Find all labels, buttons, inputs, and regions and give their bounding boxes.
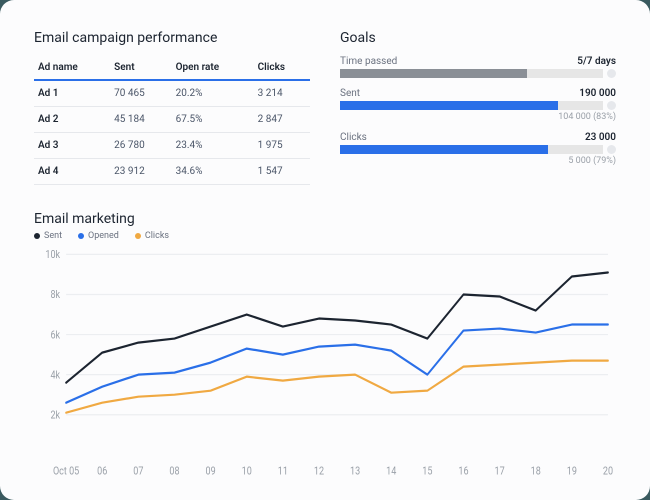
table-row: Ad 245 18467.5%2 847 <box>34 107 310 133</box>
progress-fill <box>340 101 558 110</box>
cell-clicks: 1 547 <box>254 159 310 185</box>
svg-text:4k: 4k <box>50 370 60 382</box>
email-campaign-panel: Email campaign performance Ad name Sent … <box>34 30 310 185</box>
goal-item: Time passed 5/7 days <box>340 56 616 78</box>
svg-text:6k: 6k <box>50 329 60 341</box>
goals-panel: Goals Time passed 5/7 days Sent 190 000 104 … <box>340 30 616 185</box>
col-sent: Sent <box>110 56 171 80</box>
email-marketing-chart-panel: Email marketing Sent Opened Clicks 2k 4k 6k 8… <box>34 211 616 482</box>
table-row: Ad 170 46520.2%3 214 <box>34 80 310 107</box>
legend-label: Opened <box>88 231 119 241</box>
series-clicks <box>66 361 608 413</box>
table-title: Email campaign performance <box>34 30 310 46</box>
series-sent <box>66 272 608 382</box>
chart-title: Email marketing <box>34 211 616 227</box>
dashboard: Email campaign performance Ad name Sent … <box>0 0 650 500</box>
chart-area: 2k 4k 6k 8k 10k Oct 05 06 07 08 09 10 11 12 13 14 15 16 1… <box>34 247 616 482</box>
cell-sent: 70 465 <box>110 80 171 107</box>
progress-fill <box>340 145 548 154</box>
goal-sub: 5 000 (79%) <box>340 156 616 166</box>
cell-open_rate: 23.4% <box>172 133 254 159</box>
legend-item: Clicks <box>135 231 169 241</box>
svg-text:14: 14 <box>386 466 396 478</box>
goals-title: Goals <box>340 30 616 46</box>
progress-bar <box>340 69 603 78</box>
svg-text:10k: 10k <box>45 249 60 261</box>
svg-text:20: 20 <box>603 466 613 478</box>
cell-sent: 23 912 <box>110 159 171 185</box>
col-openrate: Open rate <box>172 56 254 80</box>
cell-clicks: 2 847 <box>254 107 310 133</box>
legend-dot <box>135 233 141 239</box>
cell-name: Ad 2 <box>34 107 110 133</box>
table-row: Ad 326 78023.4%1 975 <box>34 133 310 159</box>
svg-text:Oct 05: Oct 05 <box>53 466 80 478</box>
progress-knob <box>607 145 616 154</box>
legend-item: Opened <box>78 231 119 241</box>
legend-label: Sent <box>44 231 62 241</box>
svg-text:19: 19 <box>567 466 577 478</box>
chart-legend: Sent Opened Clicks <box>34 231 616 241</box>
goal-value: 23 000 <box>585 132 616 143</box>
cell-open_rate: 67.5% <box>172 107 254 133</box>
svg-text:06: 06 <box>97 466 107 478</box>
legend-item: Sent <box>34 231 62 241</box>
svg-text:12: 12 <box>314 466 324 478</box>
progress-knob <box>607 69 616 78</box>
svg-text:07: 07 <box>133 466 143 478</box>
top-row: Email campaign performance Ad name Sent … <box>34 30 616 185</box>
cell-open_rate: 34.6% <box>172 159 254 185</box>
svg-text:18: 18 <box>531 466 541 478</box>
progress-knob <box>607 101 616 110</box>
goal-item: Clicks 23 000 5 000 (79%) <box>340 132 616 166</box>
goal-value: 190 000 <box>579 88 616 99</box>
cell-open_rate: 20.2% <box>172 80 254 107</box>
legend-label: Clicks <box>145 231 169 241</box>
col-clicks: Clicks <box>254 56 310 80</box>
cell-sent: 45 184 <box>110 107 171 133</box>
col-adname: Ad name <box>34 56 110 80</box>
table-row: Ad 423 91234.6%1 547 <box>34 159 310 185</box>
goal-label: Time passed <box>340 56 397 67</box>
cell-name: Ad 3 <box>34 133 110 159</box>
cell-name: Ad 1 <box>34 80 110 107</box>
legend-dot <box>78 233 84 239</box>
svg-text:16: 16 <box>458 466 468 478</box>
line-chart: 2k 4k 6k 8k 10k Oct 05 06 07 08 09 10 11 12 13 14 15 16 1… <box>34 247 616 482</box>
performance-table: Ad name Sent Open rate Clicks Ad 170 465… <box>34 56 310 185</box>
cell-sent: 26 780 <box>110 133 171 159</box>
svg-text:15: 15 <box>422 466 432 478</box>
svg-text:13: 13 <box>350 466 360 478</box>
cell-name: Ad 4 <box>34 159 110 185</box>
progress-bar <box>340 145 603 154</box>
goal-label: Clicks <box>340 132 367 143</box>
cell-clicks: 3 214 <box>254 80 310 107</box>
svg-text:08: 08 <box>169 466 179 478</box>
svg-text:09: 09 <box>206 466 216 478</box>
svg-text:11: 11 <box>278 466 288 478</box>
legend-dot <box>34 233 40 239</box>
goal-item: Sent 190 000 104 000 (83%) <box>340 88 616 122</box>
svg-text:2k: 2k <box>50 410 60 422</box>
svg-text:10: 10 <box>242 466 252 478</box>
svg-text:17: 17 <box>495 466 505 478</box>
goal-sub: 104 000 (83%) <box>340 112 616 122</box>
progress-bar <box>340 101 603 110</box>
goal-label: Sent <box>340 88 360 99</box>
cell-clicks: 1 975 <box>254 133 310 159</box>
progress-fill <box>340 69 527 78</box>
svg-text:8k: 8k <box>50 289 60 301</box>
goal-value: 5/7 days <box>577 56 616 67</box>
